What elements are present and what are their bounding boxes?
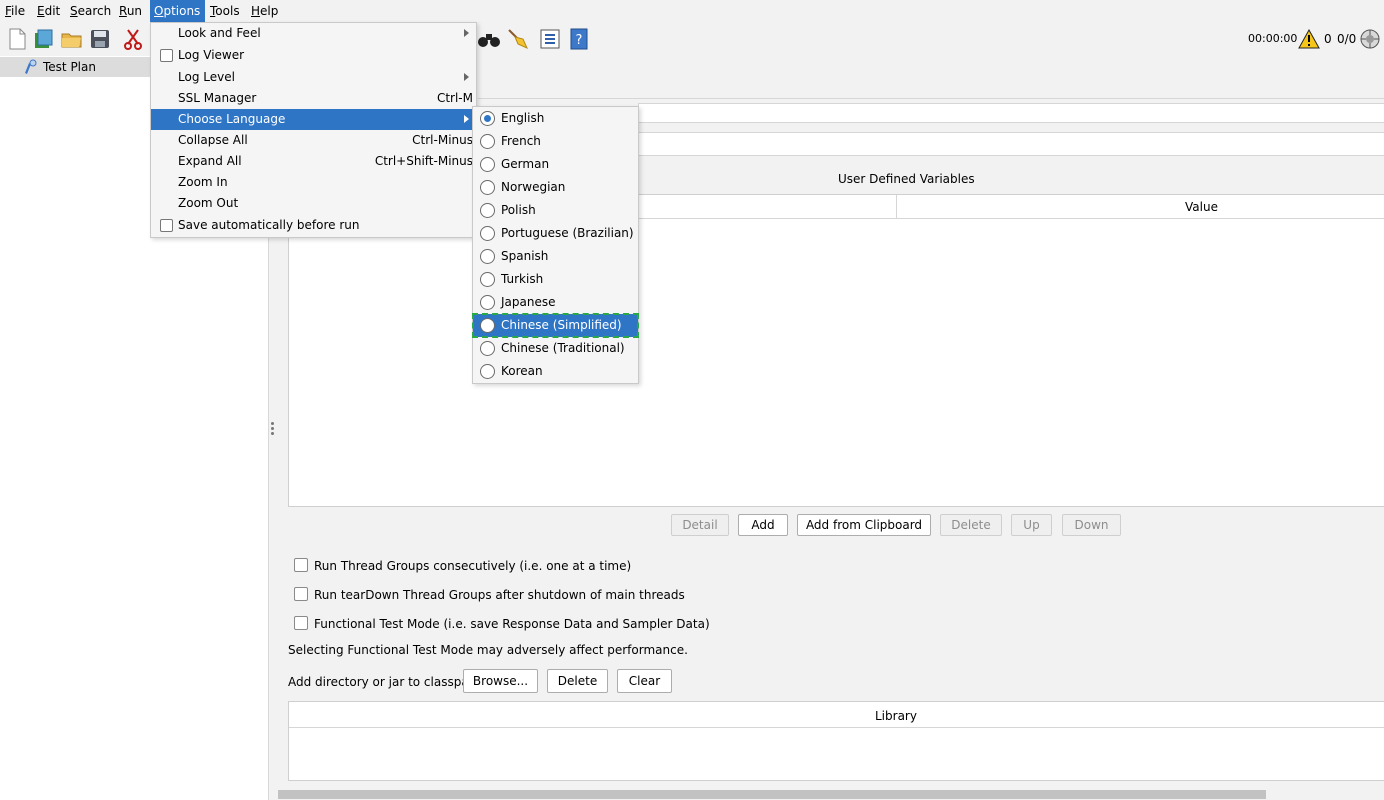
elapsed-timer: 00:00:00 (1248, 32, 1298, 45)
radio-icon (480, 341, 495, 356)
radio-icon (480, 203, 495, 218)
add-button[interactable]: Add (738, 514, 788, 536)
language-item[interactable]: Korean (473, 360, 638, 383)
menu-item-look-and-feel[interactable]: Look and Feel (151, 23, 476, 44)
menu-tools[interactable]: Tools (206, 0, 244, 22)
run-consecutive-checkbox[interactable] (294, 558, 308, 572)
choose-language-submenu: English French German Norwegian Polish P… (472, 106, 639, 384)
submenu-arrow-icon (464, 115, 469, 123)
thread-count: 0/0 (1337, 32, 1357, 46)
function-list-icon[interactable] (538, 27, 562, 51)
menu-item-zoom-in[interactable]: Zoom In (151, 172, 476, 193)
radio-icon (480, 157, 495, 172)
add-from-clipboard-button[interactable]: Add from Clipboard (797, 514, 931, 536)
menu-options[interactable]: Options (150, 0, 205, 22)
radio-icon (480, 272, 495, 287)
menu-item-save-automatically[interactable]: Save automatically before run (151, 215, 476, 236)
radio-icon (480, 134, 495, 149)
name-field[interactable] (638, 103, 1384, 123)
run-consecutive-label: Run Thread Groups consecutively (i.e. on… (314, 559, 632, 573)
functional-mode-label: Functional Test Mode (i.e. save Response… (314, 617, 710, 631)
language-item[interactable]: Chinese (Traditional) (473, 337, 638, 360)
help-icon[interactable]: ? (567, 27, 591, 51)
language-item[interactable]: German (473, 153, 638, 176)
menu-edit[interactable]: Edit (33, 0, 64, 22)
menu-bar: File Edit Search Run Options Tools Help (0, 0, 1384, 22)
menu-file[interactable]: File (1, 0, 29, 22)
language-item[interactable]: Norwegian (473, 176, 638, 199)
clear-broom-icon[interactable] (505, 27, 529, 51)
user-defined-variables-table[interactable]: Value (288, 194, 1384, 507)
options-menu: Look and Feel Log Viewer Log Level SSL M… (150, 22, 477, 238)
warning-count: 0 (1324, 32, 1332, 46)
menu-item-ssl-manager[interactable]: SSL Manager Ctrl-M (151, 88, 476, 109)
templates-icon[interactable] (32, 27, 56, 51)
menu-item-zoom-out[interactable]: Zoom Out (151, 193, 476, 214)
language-item-chinese-simplified[interactable]: Chinese (Simplified) (472, 313, 639, 338)
submenu-arrow-icon (464, 73, 469, 81)
menu-item-choose-language[interactable]: Choose Language (151, 109, 476, 130)
browse-button[interactable]: Browse... (463, 669, 538, 693)
menu-run[interactable]: Run (115, 0, 146, 22)
warning-icon[interactable] (1298, 29, 1320, 49)
functional-mode-note: Selecting Functional Test Mode may adver… (288, 643, 688, 657)
test-plan-icon (25, 59, 37, 74)
comments-field[interactable] (638, 132, 1384, 156)
menu-item-log-viewer[interactable]: Log Viewer (151, 45, 476, 66)
radio-selected-icon (480, 111, 495, 126)
up-button[interactable]: Up (1011, 514, 1052, 536)
horizontal-scrollbar[interactable] (278, 790, 1266, 799)
svg-text:?: ? (576, 33, 583, 48)
radio-icon (480, 318, 495, 333)
language-item[interactable]: Portuguese (Brazilian) (473, 222, 638, 245)
column-library[interactable]: Library (875, 709, 917, 723)
library-table[interactable]: Library (288, 701, 1384, 781)
menu-help[interactable]: Help (247, 0, 282, 22)
tree-item-test-plan[interactable]: Test Plan (0, 57, 152, 77)
functional-mode-checkbox[interactable] (294, 616, 308, 630)
menu-item-expand-all[interactable]: Expand All Ctrl+Shift-Minus (151, 151, 476, 172)
save-icon[interactable] (88, 27, 112, 51)
detail-button[interactable]: Detail (671, 514, 729, 536)
status-indicator-icon (1360, 29, 1380, 49)
classpath-label: Add directory or jar to classpath (288, 675, 482, 689)
delete-classpath-button[interactable]: Delete (547, 669, 608, 693)
cut-icon[interactable] (121, 27, 145, 51)
down-button[interactable]: Down (1062, 514, 1121, 536)
language-item[interactable]: Polish (473, 199, 638, 222)
save-automatically-checkbox[interactable] (160, 219, 173, 232)
menu-item-log-level[interactable]: Log Level (151, 67, 476, 88)
language-item[interactable]: English (473, 107, 638, 130)
open-folder-icon[interactable] (60, 27, 84, 51)
radio-icon (480, 249, 495, 264)
clear-classpath-button[interactable]: Clear (617, 669, 672, 693)
run-teardown-checkbox[interactable] (294, 587, 308, 601)
column-value[interactable]: Value (1185, 200, 1218, 214)
library-header: Library (289, 702, 1384, 728)
menu-search[interactable]: Search (66, 0, 115, 22)
tree-item-label: Test Plan (43, 60, 96, 74)
variables-title: User Defined Variables (838, 172, 975, 186)
radio-icon (480, 226, 495, 241)
language-item[interactable]: Turkish (473, 268, 638, 291)
submenu-arrow-icon (464, 29, 469, 37)
log-viewer-checkbox[interactable] (160, 49, 173, 62)
radio-icon (480, 364, 495, 379)
radio-icon (480, 180, 495, 195)
search-binoculars-icon[interactable] (477, 27, 501, 51)
language-item[interactable]: French (473, 130, 638, 153)
language-item[interactable]: Spanish (473, 245, 638, 268)
delete-variable-button[interactable]: Delete (940, 514, 1002, 536)
language-item[interactable]: Japanese (473, 291, 638, 314)
radio-icon (480, 295, 495, 310)
new-file-icon[interactable] (5, 27, 29, 51)
menu-item-collapse-all[interactable]: Collapse All Ctrl-Minus (151, 130, 476, 151)
run-teardown-label: Run tearDown Thread Groups after shutdow… (314, 588, 685, 602)
